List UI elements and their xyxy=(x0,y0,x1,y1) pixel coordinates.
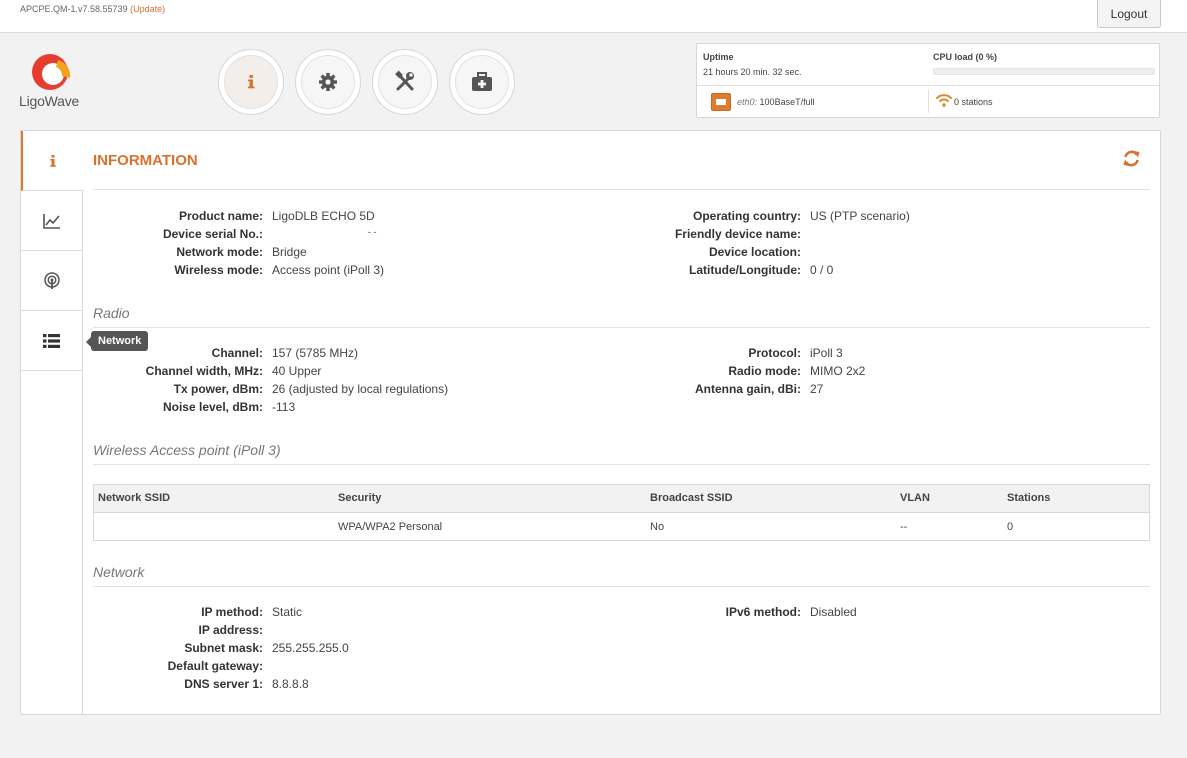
wireless-mode-label: Wireless mode: xyxy=(174,263,263,277)
ipv6-method-label: IPv6 method: xyxy=(725,605,801,619)
sidebar xyxy=(21,131,84,714)
title-divider xyxy=(93,189,1150,190)
ethernet-interface-name: eth0: xyxy=(737,97,758,107)
antenna-gain-value: 27 xyxy=(810,382,824,396)
wireless-icon xyxy=(43,271,60,289)
radio-mode-label: Radio mode: xyxy=(728,364,801,378)
network-mode-label: Network mode: xyxy=(176,245,263,259)
sidebar-item-wireless[interactable] xyxy=(21,251,82,311)
refresh-icon[interactable] xyxy=(1122,149,1141,168)
update-link[interactable]: (Update) xyxy=(130,4,165,14)
column-security: Security xyxy=(338,492,382,504)
lat-long-value: 0 / 0 xyxy=(810,263,834,277)
tools-icon xyxy=(395,70,414,91)
chart-icon xyxy=(42,213,60,229)
table-header: Network SSID Security Broadcast SSID VLA… xyxy=(94,485,1149,513)
status-panel: Uptime 21 hours 20 min. 32 sec. CPU load… xyxy=(696,43,1160,118)
dns-server-value: 8.8.8.8 xyxy=(272,677,309,691)
table-row-stations: 0 xyxy=(1007,521,1014,533)
subnet-mask-label: Subnet mask: xyxy=(184,641,263,655)
info-icon xyxy=(50,154,56,167)
nav-maintenance-button[interactable] xyxy=(449,49,515,115)
top-bar: APCPE.QM-1.v7.58.55739 (Update) Logout xyxy=(0,0,1187,33)
serial-label: Device serial No.: xyxy=(162,227,263,241)
product-name-label: Product name: xyxy=(178,209,263,223)
uptime-label: Uptime xyxy=(703,52,734,62)
network-mode-value: Bridge xyxy=(272,245,307,259)
channel-value: 157 (5785 MHz) xyxy=(272,346,359,360)
radio-section-divider xyxy=(93,327,1150,328)
default-gateway-label: Default gateway: xyxy=(167,659,263,673)
main-panel: Network INFORMATION Product name: LigoDL… xyxy=(20,130,1161,715)
nav-info-button[interactable] xyxy=(218,49,284,115)
status-divider-vertical xyxy=(928,89,929,113)
ethernet-status: eth0: 100BaseT/full xyxy=(737,97,815,107)
ipv6-method-value: Disabled xyxy=(810,605,857,619)
cpu-load-bar xyxy=(933,68,1155,75)
ip-address-label: IP address: xyxy=(198,623,263,637)
gear-icon xyxy=(319,73,337,91)
subnet-mask-value: 255.255.255.0 xyxy=(272,641,349,655)
ethernet-icon xyxy=(711,93,731,111)
nav-settings-button[interactable] xyxy=(295,49,361,115)
serial-value: - - xyxy=(368,227,377,237)
ip-method-value: Static xyxy=(272,605,303,619)
product-name-value: LigoDLB ECHO 5D xyxy=(272,209,375,223)
sidebar-item-information[interactable] xyxy=(21,131,84,191)
wireless-ap-section-title: Wireless Access point (iPoll 3) xyxy=(93,442,281,458)
tx-power-label: Tx power, dBm: xyxy=(173,382,263,396)
logout-button[interactable]: Logout xyxy=(1097,0,1161,28)
table-row-vlan: -- xyxy=(900,521,908,533)
wifi-icon xyxy=(936,94,952,107)
column-network-ssid: Network SSID xyxy=(98,492,171,504)
friendly-name-label: Friendly device name: xyxy=(674,227,801,241)
channel-label: Channel: xyxy=(211,346,263,360)
radio-mode-value: MIMO 2x2 xyxy=(810,364,866,378)
device-location-label: Device location: xyxy=(708,245,801,259)
version-text: APCPE.QM-1.v7.58.55739 xyxy=(20,4,128,14)
firmware-version: APCPE.QM-1.v7.58.55739 (Update) xyxy=(20,4,165,14)
network-section-title: Network xyxy=(93,564,145,580)
radio-section-title: Radio xyxy=(93,305,130,321)
network-section-divider xyxy=(93,586,1150,587)
wireless-ap-section-divider xyxy=(93,464,1150,465)
column-broadcast-ssid: Broadcast SSID xyxy=(650,492,733,504)
tx-power-value: 26 (adjusted by local regulations) xyxy=(272,382,449,396)
protocol-value: iPoll 3 xyxy=(810,346,843,360)
ethernet-speed: 100BaseT/full xyxy=(759,97,815,107)
nav-tools-button[interactable] xyxy=(372,49,438,115)
channel-width-value: 40 Upper xyxy=(272,364,322,378)
column-vlan: VLAN xyxy=(900,492,930,504)
uptime-value: 21 hours 20 min. 32 sec. xyxy=(703,67,802,77)
protocol-label: Protocol: xyxy=(748,346,801,360)
channel-width-label: Channel width, MHz: xyxy=(145,364,263,378)
page-title: INFORMATION xyxy=(93,152,198,169)
stations-count: 0 stations xyxy=(954,97,993,107)
info-icon xyxy=(248,75,255,89)
cpu-load-label: CPU load (0 %) xyxy=(933,52,998,62)
operating-country-value: US (PTP scenario) xyxy=(810,209,910,223)
wireless-ap-table: Network SSID Security Broadcast SSID VLA… xyxy=(93,484,1150,541)
sidebar-item-network[interactable] xyxy=(21,311,82,371)
list-icon xyxy=(43,333,60,348)
wireless-mode-value: Access point (iPoll 3) xyxy=(272,263,385,277)
noise-level-label: Noise level, dBm: xyxy=(162,400,263,414)
column-stations: Stations xyxy=(1007,492,1051,504)
toolbox-icon xyxy=(472,72,492,91)
operating-country-label: Operating country: xyxy=(692,209,801,223)
table-row-broadcast: No xyxy=(650,521,665,533)
noise-level-value: -113 xyxy=(272,400,296,414)
antenna-gain-label: Antenna gain, dBi: xyxy=(695,382,801,396)
table-row-security: WPA/WPA2 Personal xyxy=(338,521,443,533)
logo-text: LigoWave xyxy=(19,93,80,109)
sidebar-item-statistics[interactable] xyxy=(21,191,82,251)
ip-method-label: IP method: xyxy=(201,605,263,619)
status-divider xyxy=(697,85,1159,86)
lat-long-label: Latitude/Longitude: xyxy=(689,263,801,277)
dns-server-label: DNS server 1: xyxy=(184,677,263,691)
